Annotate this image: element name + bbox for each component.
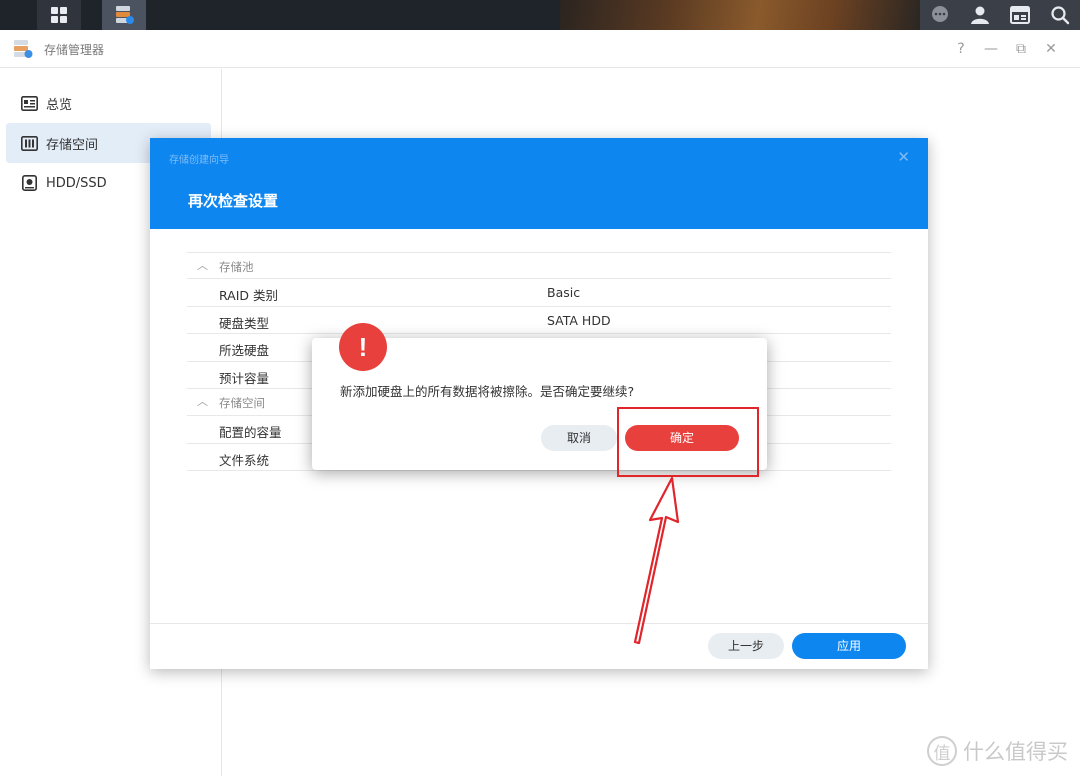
annotation-highlight-box xyxy=(617,407,759,477)
table-row: 硬盘类型 SATA HDD xyxy=(187,307,891,335)
storage-icon xyxy=(20,134,38,152)
sidebar-item-label: 存储空间 xyxy=(46,137,99,153)
app-titlebar: 存储管理器 ? — ⧉ ✕ xyxy=(0,30,1080,68)
chevron-up-icon: ︿ xyxy=(197,394,208,408)
annotation-arrow-icon xyxy=(633,476,680,645)
window-controls: ? — ⧉ ✕ xyxy=(946,39,1066,59)
warning-icon: ! xyxy=(339,323,387,371)
main-menu-button[interactable] xyxy=(37,0,81,30)
storage-manager-app-icon xyxy=(14,40,33,58)
taskbar-tray xyxy=(920,0,1080,30)
storage-manager-taskbar-button[interactable] xyxy=(102,0,146,30)
close-button[interactable]: ✕ xyxy=(1036,39,1066,59)
cancel-button[interactable]: 取消 xyxy=(541,425,617,451)
disk-icon xyxy=(20,174,38,192)
watermark-text: 什么值得买 xyxy=(963,740,1068,764)
wizard-heading: 再次检查设置 xyxy=(188,192,279,210)
section-header-storage-pool[interactable]: ︿ 存储池 xyxy=(187,252,891,280)
sidebar-item-overview[interactable]: 总览 xyxy=(6,83,211,123)
wizard-window-title: 存储创建向导 xyxy=(169,155,229,166)
overview-icon xyxy=(20,94,38,112)
taskbar-wallpaper xyxy=(560,0,920,30)
restore-button[interactable]: ⧉ xyxy=(1006,39,1036,59)
confirm-message: 新添加硬盘上的所有数据将被擦除。是否确定要继续? xyxy=(340,384,635,399)
table-row: RAID 类别 Basic xyxy=(187,279,891,307)
app-title: 存储管理器 xyxy=(44,43,105,57)
watermark: 值 什么值得买 xyxy=(927,736,1068,766)
search-icon[interactable] xyxy=(1042,0,1078,30)
watermark-logo-icon: 值 xyxy=(927,736,957,766)
help-button[interactable]: ? xyxy=(946,39,976,59)
apply-button[interactable]: 应用 xyxy=(792,633,906,659)
sidebar-item-label: 总览 xyxy=(46,97,73,113)
user-icon[interactable] xyxy=(962,0,998,30)
minimize-button[interactable]: — xyxy=(976,39,1006,59)
wizard-close-button[interactable]: ✕ xyxy=(897,148,910,166)
storage-manager-icon xyxy=(116,6,134,24)
chat-icon[interactable] xyxy=(922,0,958,30)
taskbar xyxy=(0,0,1080,30)
widgets-icon[interactable] xyxy=(1002,0,1038,30)
grid-icon xyxy=(51,7,67,23)
wizard-header: 存储创建向导 ✕ 再次检查设置 xyxy=(150,138,928,229)
chevron-up-icon: ︿ xyxy=(197,259,208,272)
sidebar-item-label: HDD/SSD xyxy=(46,175,107,191)
